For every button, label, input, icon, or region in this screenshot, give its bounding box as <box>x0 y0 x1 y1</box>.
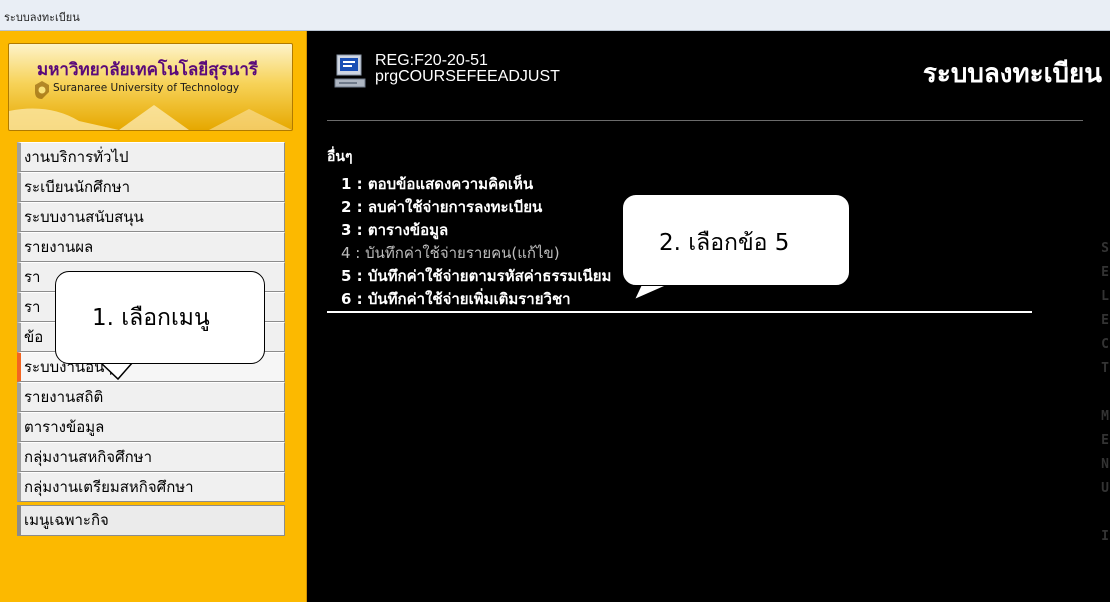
sidebar-item-data-tables[interactable]: ตารางข้อมูล <box>17 412 285 442</box>
callout-step-2: 2. เลือกข้อ 5 <box>622 194 850 286</box>
option-6[interactable]: 6 : บันทึกค่าใช้จ่ายเพิ่มเติมรายวิชา <box>327 288 1032 313</box>
logo-thai-name: มหาวิทยาลัยเทคโนโลยีสุรนารี <box>37 60 259 80</box>
callout-step-2-text: 2. เลือกข้อ 5 <box>659 230 790 256</box>
callout-step-1-text: 1. เลือกเมนู <box>92 305 210 331</box>
logo-decoration <box>9 105 292 130</box>
window-title: ระบบลงทะเบียน <box>4 11 80 24</box>
computer-icon <box>334 54 366 88</box>
sidebar-item-coop-preparation[interactable]: กลุ่มงานเตรียมสหกิจศึกษา <box>17 472 285 502</box>
sidebar-item-student-records[interactable]: ระเบียนนักศึกษา <box>17 172 285 202</box>
main-content: REG:F20-20-51 prgCOURSEFEEADJUST ระบบลงท… <box>307 31 1110 602</box>
university-emblem-icon <box>35 81 49 99</box>
sidebar-item-support-system[interactable]: ระบบงานสนับสนุน <box>17 202 285 232</box>
sidebar-item-result-reports[interactable]: รายงานผล <box>17 232 285 262</box>
page-title: ระบบลงทะเบียน <box>922 59 1102 89</box>
program-name: prgCOURSEFEEADJUST <box>375 68 560 85</box>
sidebar-item-statistics[interactable]: รายงานสถิติ <box>17 382 285 412</box>
window-titlebar: ระบบลงทะเบียน <box>0 0 1110 31</box>
sidebar-item-general-services[interactable]: งานบริการทั่วไป <box>17 142 285 172</box>
form-code: REG:F20-20-51 <box>375 52 488 69</box>
select-menu-vertical-text: SELECT MENU I <box>1101 241 1109 544</box>
sidebar-item-special-menu[interactable]: เมนูเฉพาะกิจ <box>17 505 285 536</box>
callout-step-1: 1. เลือกเมนู <box>55 271 265 364</box>
sidebar-item-coop-education[interactable]: กลุ่มงานสหกิจศึกษา <box>17 442 285 472</box>
option-1[interactable]: 1 : ตอบข้อแสดงความคิดเห็น <box>327 173 1032 196</box>
section-title: อื่นๆ <box>327 149 353 165</box>
logo-english-name: Suranaree University of Technology <box>53 82 240 94</box>
header-divider <box>327 120 1083 121</box>
university-logo: มหาวิทยาลัยเทคโนโลยีสุรนารี Suranaree Un… <box>8 43 293 131</box>
